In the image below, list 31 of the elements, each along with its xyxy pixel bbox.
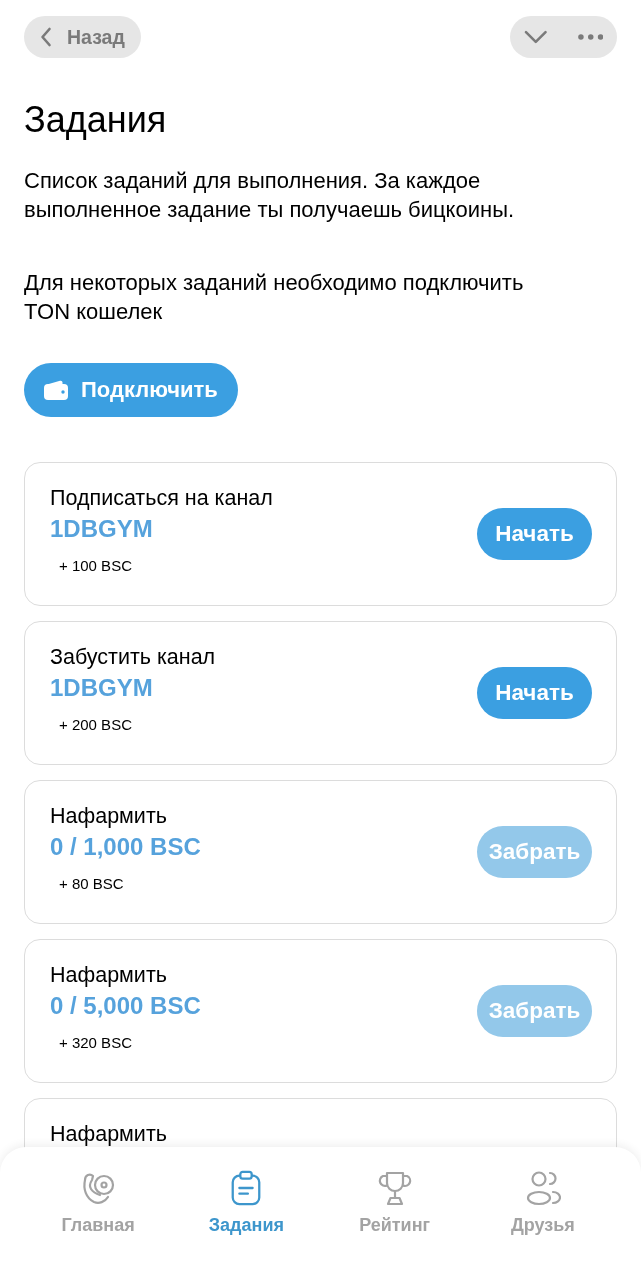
more-icon[interactable] (577, 34, 603, 40)
task-reward: + 320 BSC (59, 1033, 132, 1053)
task-reward: + 80 BSC (59, 874, 124, 894)
nav-tab[interactable]: Главная (61, 1170, 135, 1236)
nav-tab[interactable]: Друзья (510, 1170, 575, 1236)
task-title: Подписаться на канал (50, 486, 273, 510)
nav-tab[interactable]: Задания (208, 1170, 284, 1236)
task-title: Нафармить (50, 1122, 167, 1146)
connect-wallet-button[interactable]: Подключить (24, 363, 238, 417)
flexed-arm-icon (80, 1170, 117, 1206)
nav-tab[interactable]: Рейтинг (359, 1170, 431, 1236)
page-title: Задания (24, 100, 168, 140)
back-button[interactable]: Назад (24, 16, 141, 58)
task-title: Забустить канал (50, 645, 216, 669)
task-value-text: 1DBGYM (50, 673, 153, 703)
description-text: Список заданий для выполнения. За каждое выполненное задание ты получаешь бицкоины. (24, 167, 516, 224)
task-value-text: 1DBGYM (50, 514, 153, 544)
description-text: Для некоторых заданий необходимо подключить TON кошелек (24, 269, 525, 326)
chevron-left-icon (40, 27, 52, 47)
users-icon (524, 1170, 561, 1206)
task-value-text: 0 / 1,000 BSC (50, 832, 201, 862)
task-reward: + 100 BSC (59, 556, 132, 576)
wallet-icon (44, 380, 68, 400)
task-value-text: 0 / 5,000 BSC (50, 991, 201, 1021)
trophy-icon (376, 1170, 413, 1206)
task-reward: + 200 BSC (59, 715, 132, 735)
task-title: Нафармить (50, 804, 167, 828)
task-action-button[interactable]: Начать (477, 507, 592, 560)
task-title: Нафармить (50, 963, 167, 987)
task-action-button[interactable]: Начать (477, 666, 592, 719)
chevron-down-icon[interactable] (524, 30, 548, 44)
